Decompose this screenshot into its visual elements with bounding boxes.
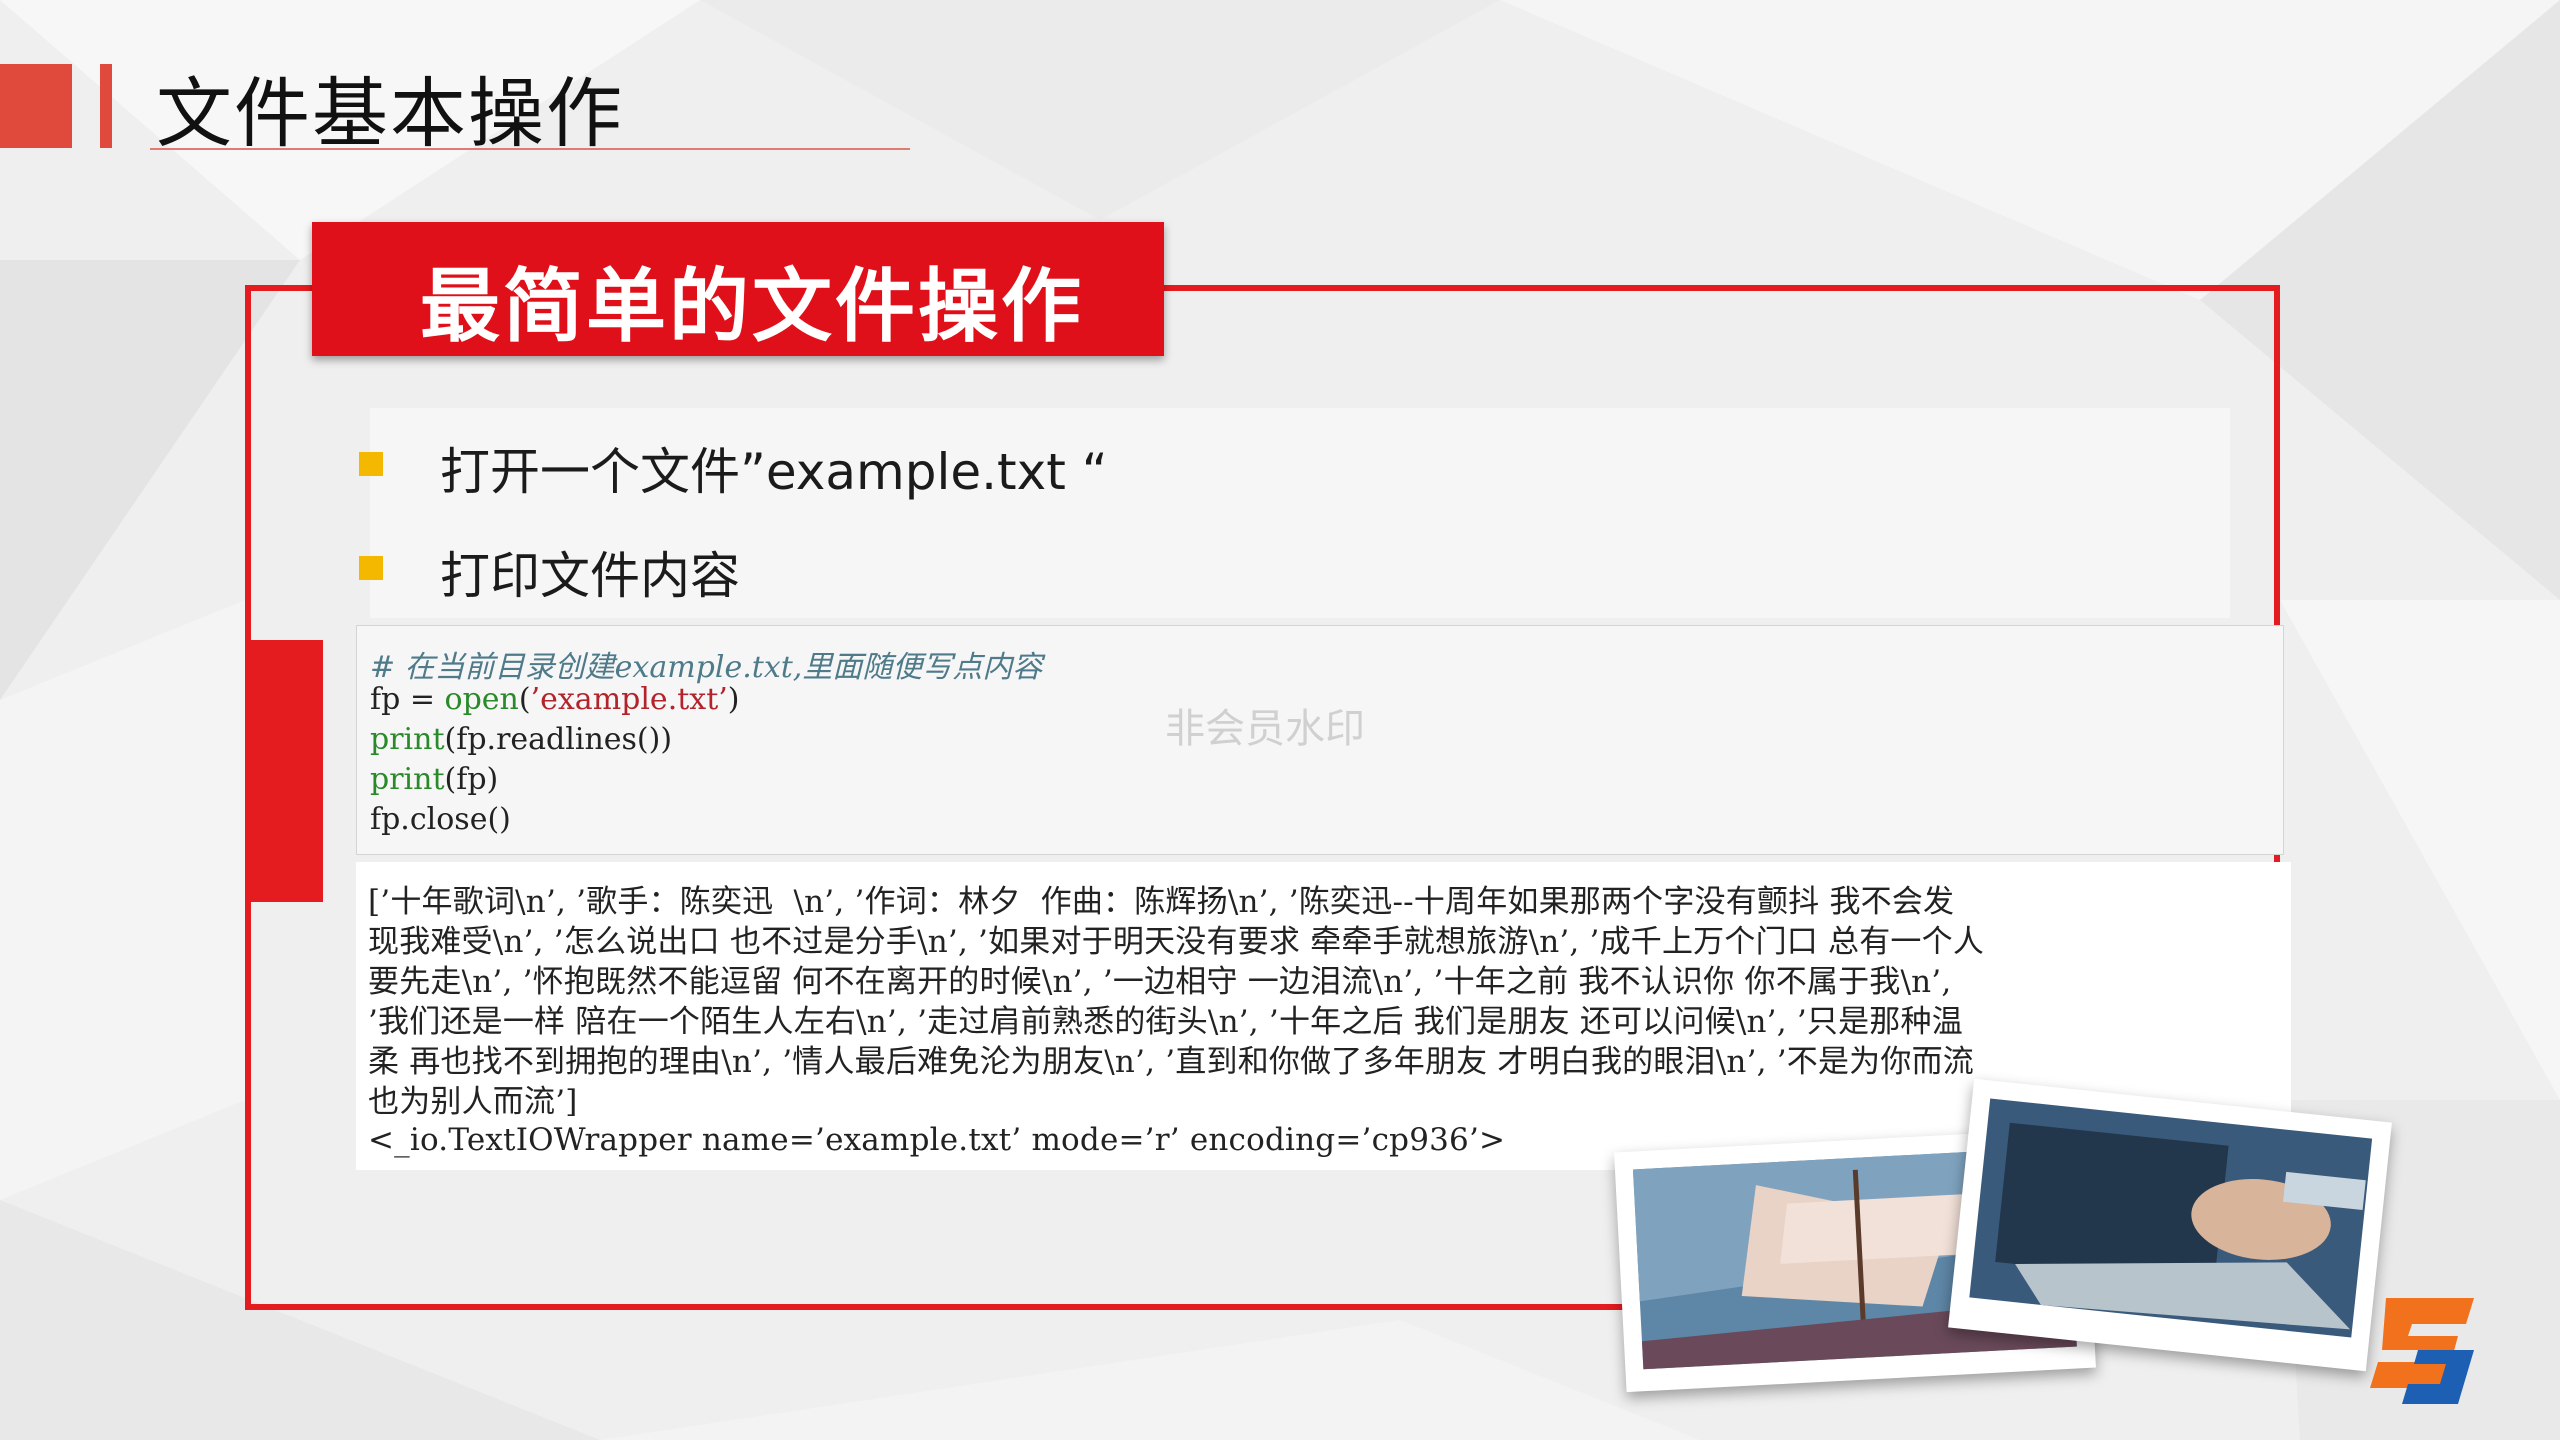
code-line-close: fp.close(): [370, 802, 511, 837]
code-accent-bar: [245, 640, 323, 902]
output-line: 现我难受\n’, ’怎么说出口 也不过是分手\n’, ’如果对于明天没有要求 牵…: [368, 924, 1985, 960]
code-line-print-fp: print(fp): [370, 762, 499, 797]
code-comment: # 在当前目录创建example.txt,里面随便写点内容: [370, 650, 1043, 685]
bullet-marker: [359, 452, 383, 476]
bullet-item-print-content: 打印文件内容: [440, 547, 740, 605]
output-line: 要先走\n’, ’怀抱既然不能逗留 何不在离开的时候\n’, ’一边相守 一边泪…: [368, 964, 1952, 1000]
output-line: ’我们还是一样 陪在一个陌生人左右\n’, ’走过肩前熟悉的街头\n’, ’十年…: [368, 1004, 1963, 1040]
laptop-photo: [1948, 1078, 2392, 1372]
bullet-marker: [359, 556, 383, 580]
code-line-open: fp = open(’example.txt’): [370, 682, 740, 717]
title-underline: [150, 148, 910, 150]
section-header: 最简单的文件操作: [420, 260, 1084, 353]
page-title: 文件基本操作: [156, 69, 624, 158]
title-accent-block: [0, 64, 72, 148]
watermark-text: 非会员水印: [1165, 706, 1365, 752]
bullet-item-open-file: 打开一个文件”example.txt “: [440, 443, 1108, 501]
output-line: [’十年歌词\n’, ’歌手：陈奕迅 \n’, ’作词：林夕 作曲：陈辉扬\n’…: [368, 884, 1955, 920]
output-line: 柔 再也找不到拥抱的理由\n’, ’情人最后难免沦为朋友\n’, ’直到和你做了…: [368, 1044, 1974, 1080]
output-line: 也为别人而流’]: [368, 1084, 578, 1120]
output-line: <_io.TextIOWrapper name=’example.txt’ mo…: [368, 1122, 1506, 1158]
code-line-print-readlines: print(fp.readlines()): [370, 722, 673, 757]
brand-logo-icon: [2370, 1298, 2474, 1404]
title-accent-bar: [100, 64, 112, 148]
